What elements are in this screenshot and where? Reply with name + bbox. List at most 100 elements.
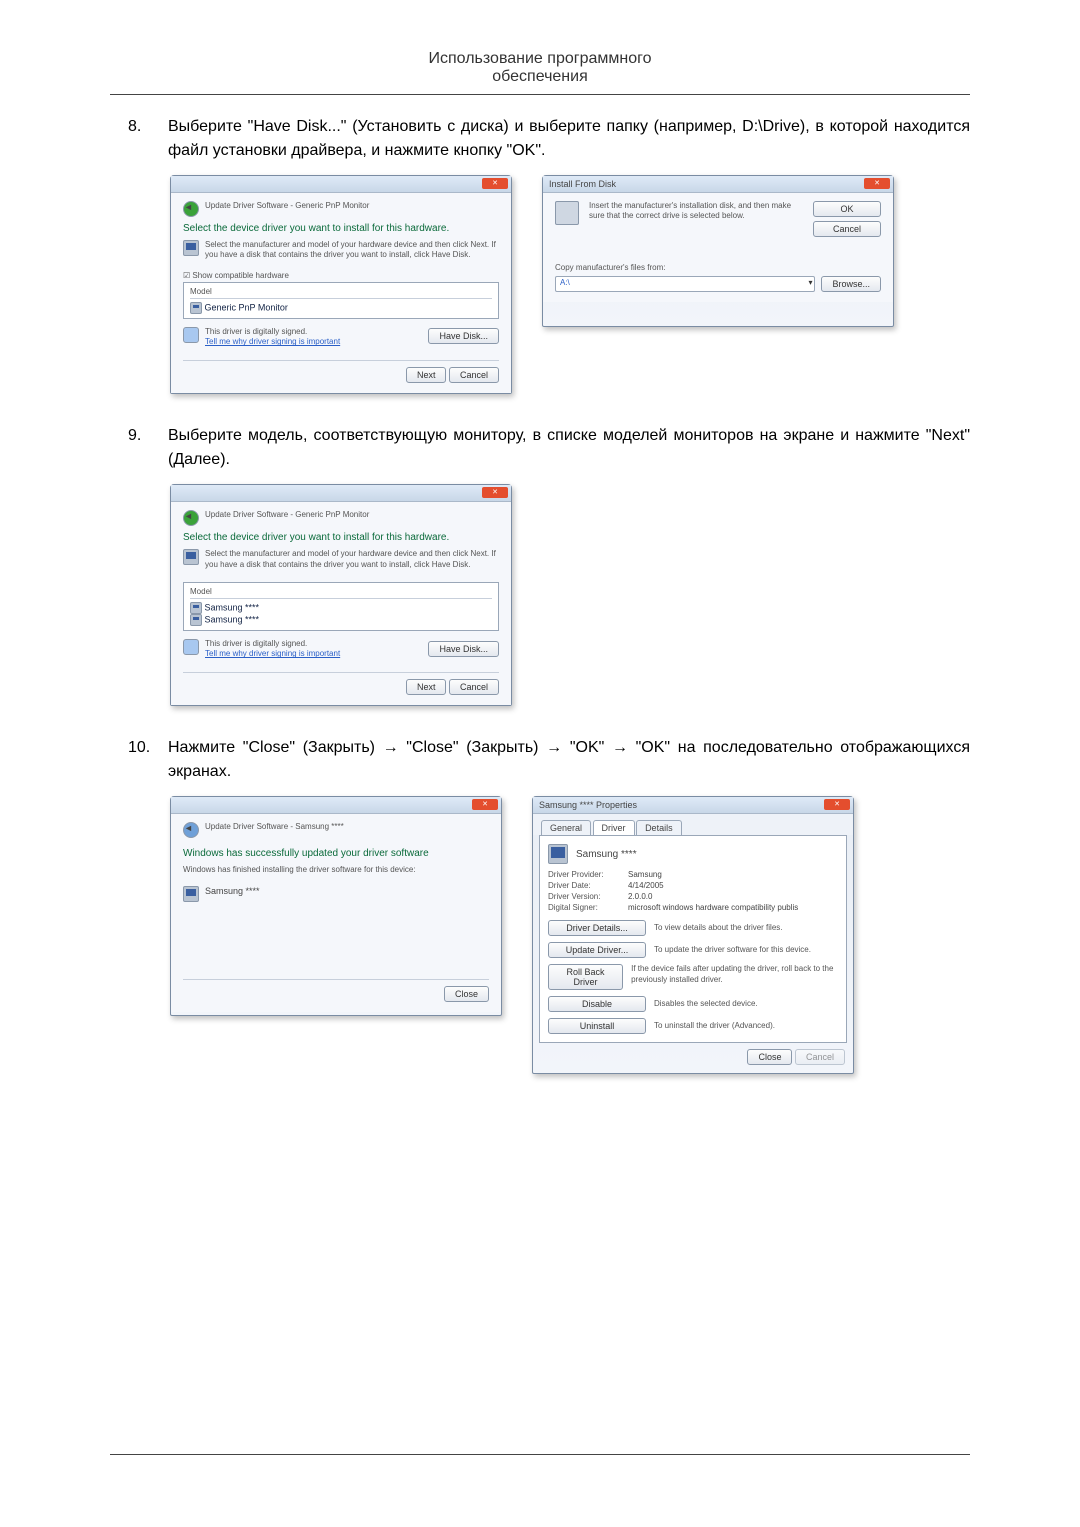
breadcrumb: Update Driver Software - Samsung **** (205, 822, 344, 832)
header-line1: Использование программного (429, 50, 652, 67)
model-item-label: Samsung **** (205, 602, 260, 612)
device-name: Samsung **** (205, 886, 260, 896)
driver-details-button[interactable]: Driver Details... (548, 920, 646, 936)
cancel-button[interactable]: Cancel (813, 221, 881, 237)
dialog-desc: Windows has finished installing the driv… (183, 865, 489, 875)
breadcrumb: Update Driver Software - Generic PnP Mon… (205, 201, 369, 211)
value-version: 2.0.0.0 (628, 892, 652, 901)
page-header: Использование программного обеспечения (110, 50, 970, 95)
monitor-icon (183, 886, 199, 902)
path-value: A:\ (560, 278, 570, 287)
disable-text: Disables the selected device. (654, 999, 758, 1009)
close-button[interactable]: Close (444, 986, 489, 1002)
rollback-driver-button[interactable]: Roll Back Driver (548, 964, 623, 990)
next-button[interactable]: Next (406, 679, 447, 695)
tab-driver[interactable]: Driver (593, 820, 635, 835)
value-provider: Samsung (628, 870, 662, 879)
model-header: Model (190, 587, 492, 599)
close-icon[interactable]: ✕ (824, 799, 850, 810)
model-header: Model (190, 287, 492, 299)
label-provider: Driver Provider: (548, 870, 628, 879)
cancel-button[interactable]: Cancel (449, 367, 499, 383)
step-10-num: 10. (110, 736, 168, 784)
update-driver-button[interactable]: Update Driver... (548, 942, 646, 958)
dialog-desc: Select the manufacturer and model of you… (205, 240, 499, 261)
monitor-icon (190, 614, 202, 626)
disk-icon (555, 201, 579, 225)
dialog-title: Windows has successfully updated your dr… (183, 848, 489, 859)
monitor-icon (190, 602, 202, 614)
monitor-icon (190, 302, 202, 314)
ok-button[interactable]: OK (813, 201, 881, 217)
have-disk-button[interactable]: Have Disk... (428, 641, 499, 657)
show-compatible-checkbox[interactable]: ☑ (183, 271, 190, 280)
dialog-title: Select the device driver you want to ins… (183, 223, 499, 234)
rollback-driver-text: If the device fails after updating the d… (631, 964, 838, 985)
label-date: Driver Date: (548, 881, 628, 890)
uninstall-button[interactable]: Uninstall (548, 1018, 646, 1034)
dialog-desc: Select the manufacturer and model of you… (205, 549, 499, 570)
close-icon[interactable]: ✕ (482, 487, 508, 498)
label-version: Driver Version: (548, 892, 628, 901)
footer-rule (110, 1454, 970, 1455)
model-item-label: Generic PnP Monitor (205, 302, 288, 312)
back-icon[interactable]: ◄ (183, 510, 199, 526)
dialog-title: Samsung **** Properties (539, 800, 637, 810)
dialog-install-from-disk: Install From Disk ✕ Insert the manufactur… (542, 175, 894, 327)
shield-icon (183, 327, 199, 343)
model-item-label: Samsung **** (205, 614, 260, 624)
cancel-button: Cancel (795, 1049, 845, 1065)
copy-from-label: Copy manufacturer's files from: (555, 263, 881, 273)
model-item[interactable]: Samsung **** (190, 602, 492, 614)
driver-details-text: To view details about the driver files. (654, 923, 783, 933)
signed-text: This driver is digitally signed. (205, 639, 340, 649)
dialog-title: Install From Disk (549, 179, 616, 189)
step-8: 8. Выберите "Have Disk..." (Установить с… (110, 115, 970, 163)
dialog-driver-properties: Samsung **** Properties ✕ General Driver … (532, 796, 854, 1074)
tab-details[interactable]: Details (636, 820, 682, 835)
dialog-select-model: ✕ ◄ Update Driver Software - Generic PnP… (170, 484, 512, 706)
show-compatible-label: Show compatible hardware (192, 271, 289, 280)
step-9-text: Выберите модель, соответствующую монитор… (168, 424, 970, 472)
value-signer: microsoft windows hardware compatibility… (628, 903, 798, 912)
step-8-text: Выберите "Have Disk..." (Установить с ди… (168, 115, 970, 163)
dialog-title: Select the device driver you want to ins… (183, 532, 499, 543)
close-icon[interactable]: ✕ (482, 178, 508, 189)
browse-button[interactable]: Browse... (821, 276, 881, 292)
signing-link[interactable]: Tell me why driver signing is important (205, 649, 340, 658)
step-10-text: Нажмите "Close" (Закрыть) → "Close" (Зак… (168, 736, 970, 784)
dialog-select-driver: ✕ ◄ Update Driver Software - Generic PnP… (170, 175, 512, 394)
back-icon[interactable]: ◄ (183, 201, 199, 217)
update-driver-text: To update the driver software for this d… (654, 945, 811, 955)
step-9: 9. Выберите модель, соответствующую мони… (110, 424, 970, 472)
uninstall-text: To uninstall the driver (Advanced). (654, 1021, 775, 1031)
model-item[interactable]: Generic PnP Monitor (190, 302, 492, 314)
signing-link[interactable]: Tell me why driver signing is important (205, 337, 340, 346)
monitor-icon (183, 549, 199, 565)
shield-icon (183, 639, 199, 655)
step-10: 10. Нажмите "Close" (Закрыть) → "Close" … (110, 736, 970, 784)
breadcrumb: Update Driver Software - Generic PnP Mon… (205, 510, 369, 520)
disable-button[interactable]: Disable (548, 996, 646, 1012)
tab-general[interactable]: General (541, 820, 591, 835)
close-icon[interactable]: ✕ (472, 799, 498, 810)
dialog-desc: Insert the manufacturer's installation d… (589, 201, 803, 222)
close-button[interactable]: Close (747, 1049, 792, 1065)
monitor-icon (183, 240, 199, 256)
model-item[interactable]: Samsung **** (190, 614, 492, 626)
dialog-update-success: ✕ ◄ Update Driver Software - Samsung ***… (170, 796, 502, 1016)
cancel-button[interactable]: Cancel (449, 679, 499, 695)
step-9-num: 9. (110, 424, 168, 472)
back-icon[interactable]: ◄ (183, 822, 199, 838)
device-name: Samsung **** (576, 849, 637, 860)
have-disk-button[interactable]: Have Disk... (428, 328, 499, 344)
monitor-icon (548, 844, 568, 864)
label-signer: Digital Signer: (548, 903, 628, 912)
path-input[interactable]: A:\ ▾ (555, 276, 815, 292)
next-button[interactable]: Next (406, 367, 447, 383)
close-icon[interactable]: ✕ (864, 178, 890, 189)
signed-text: This driver is digitally signed. (205, 327, 340, 337)
value-date: 4/14/2005 (628, 881, 664, 890)
header-line2: обеспечения (492, 68, 587, 85)
chevron-down-icon[interactable]: ▾ (808, 278, 812, 287)
